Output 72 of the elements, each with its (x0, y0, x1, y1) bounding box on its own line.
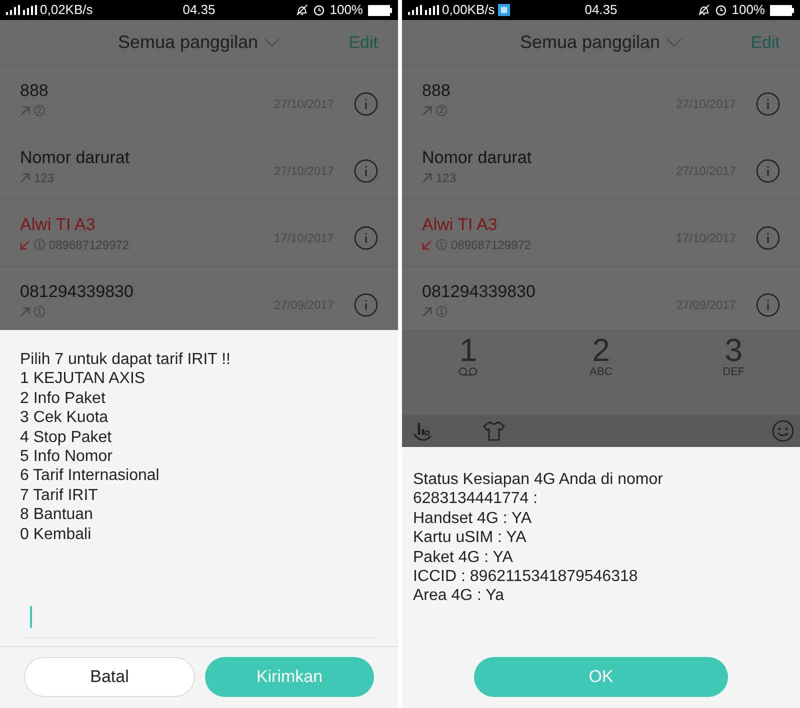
message-line: 8 Bantuan (20, 505, 94, 525)
signal-icon (425, 5, 439, 15)
info-icon[interactable] (354, 293, 378, 317)
message-line: Paket 4G : YA (413, 548, 514, 568)
alarm-icon (312, 4, 325, 16)
battery-percent: 100% (330, 3, 363, 17)
message-line: 6 Tarif Internasional (20, 466, 160, 486)
signal-icon (23, 5, 37, 15)
incoming-call-icon (422, 240, 432, 250)
signal-icon (6, 5, 20, 15)
battery-percent: 100% (732, 3, 765, 17)
dialpad-key[interactable]: 1 (402, 330, 535, 394)
contact-name[interactable]: 081294339830 (20, 282, 274, 302)
dialpad-key[interactable]: 3 DEF (667, 330, 800, 394)
contact-name[interactable]: Alwi TI A3 (20, 214, 274, 234)
touch-icon[interactable] (412, 420, 434, 442)
dialpad-key[interactable]: 2 ABC (534, 330, 668, 394)
message-line: Kartu uSIM : YA (413, 528, 528, 548)
message-line: Pilih 7 untuk dapat tarif IRIT !! (20, 350, 232, 370)
muted-bell-icon (698, 4, 710, 16)
message-line: 5 Info Nomor (20, 447, 114, 466)
info-icon[interactable] (354, 226, 378, 250)
clock: 04.35 (584, 3, 618, 17)
shirt-icon[interactable] (482, 420, 506, 442)
clock: 04.35 (182, 3, 216, 17)
message-line: 3 Cek Kuota (20, 408, 110, 428)
network-speed: 0,00KB/s (442, 3, 495, 17)
muted-bell-icon (296, 4, 308, 16)
contact-name[interactable]: Alwi TI A3 (422, 214, 676, 234)
text-cursor (30, 606, 32, 628)
alarm-icon (714, 4, 727, 16)
info-icon[interactable] (354, 159, 378, 183)
contact-name[interactable]: Nomor darurat (422, 148, 676, 168)
message-line: Status Kesiapan 4G Anda di nomor (413, 470, 664, 490)
emoji-icon[interactable] (772, 420, 794, 442)
contact-name[interactable]: Nomor darurat (20, 148, 274, 168)
info-icon[interactable] (756, 159, 780, 183)
message-line: 1 KEJUTAN AXIS (20, 369, 146, 389)
message-line: 0 Kembali (20, 524, 92, 544)
message-line: 2 Info Paket (20, 388, 106, 408)
filter-title[interactable]: Semua panggilan (520, 32, 660, 53)
info-icon[interactable] (756, 226, 780, 250)
contact-name[interactable]: 888 (422, 80, 676, 100)
battery-icon (368, 4, 392, 16)
outgoing-call-icon (20, 306, 30, 316)
contact-name[interactable]: 888 (20, 80, 274, 100)
network-speed: 0,02KB/s (40, 3, 93, 17)
message-line: Handset 4G : YA (413, 508, 533, 528)
message-line: 7 Tarif IRIT (20, 486, 99, 506)
contact-name[interactable]: 081294339830 (422, 282, 676, 302)
message-line: 6283134441774 : (413, 489, 539, 509)
chevron-down-icon (264, 38, 280, 47)
info-icon[interactable] (354, 92, 378, 116)
message-line: ICCID : 8962115341879546318 (413, 567, 639, 586)
message-line: Area 4G : Ya (413, 586, 506, 606)
chevron-down-icon (666, 38, 682, 47)
info-icon[interactable] (756, 92, 780, 116)
confirm-button[interactable]: OK (474, 657, 728, 697)
outgoing-call-icon (422, 106, 432, 116)
outgoing-call-icon (20, 106, 30, 116)
outgoing-call-icon (422, 172, 432, 182)
cancel-button[interactable]: Batal (24, 657, 195, 697)
outgoing-call-icon (20, 172, 30, 182)
info-icon[interactable] (756, 293, 780, 317)
filter-title[interactable]: Semua panggilan (118, 32, 258, 53)
outgoing-call-icon (422, 306, 432, 316)
battery-icon (770, 4, 794, 16)
incoming-call-icon (20, 240, 30, 250)
voicemail-icon (458, 367, 478, 376)
message-line: 4 Stop Paket (20, 428, 113, 448)
signal-icon (408, 5, 422, 15)
confirm-button[interactable]: Kirimkan (205, 657, 374, 697)
